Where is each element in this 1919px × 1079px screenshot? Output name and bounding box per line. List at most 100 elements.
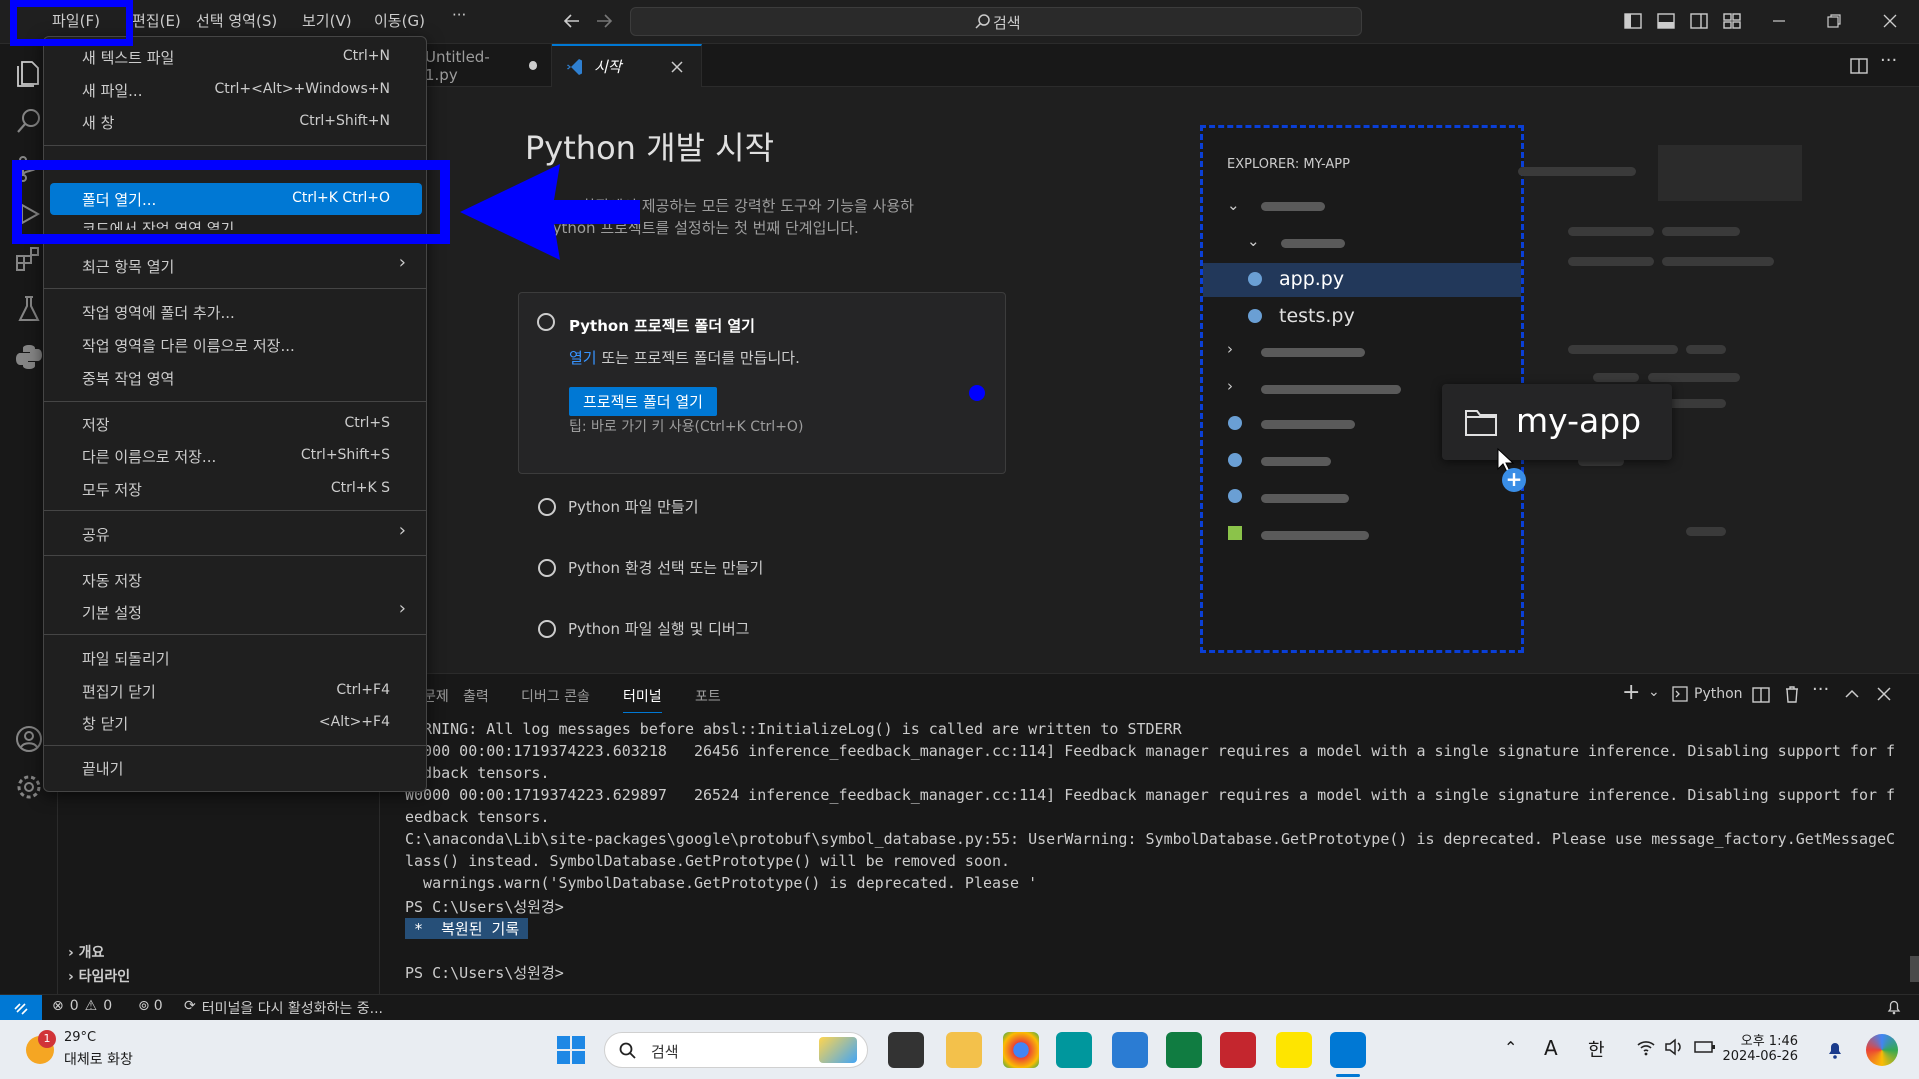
extensions-icon[interactable] — [14, 244, 44, 274]
menu-open-recent[interactable]: 최근 항목 열기 — [82, 256, 174, 277]
tab-output[interactable]: 출력 — [463, 686, 489, 706]
step-select-env[interactable]: Python 환경 선택 또는 만들기 — [538, 557, 763, 578]
open-project-folder-button[interactable]: 프로젝트 폴더 열기 — [569, 387, 717, 416]
split-terminal-icon[interactable] — [1752, 686, 1770, 704]
customize-layout-icon[interactable] — [1723, 12, 1741, 30]
outline-section[interactable]: › 개요 — [68, 942, 104, 962]
menu-save-workspace-as[interactable]: 작업 영역을 다른 이름으로 저장... — [82, 335, 295, 356]
menu-share[interactable]: 공유 — [82, 524, 110, 545]
windows-start-icon[interactable] — [557, 1036, 585, 1064]
menu-more[interactable]: ··· — [452, 6, 466, 24]
terminal-shell-selector[interactable]: Python — [1672, 686, 1743, 702]
trash-icon[interactable] — [1784, 685, 1800, 703]
input-mode-a[interactable]: A — [1544, 1036, 1558, 1060]
volume-icon[interactable] — [1664, 1038, 1684, 1056]
taskbar-search[interactable]: 검색 — [604, 1032, 868, 1068]
chevron-up-icon[interactable]: ⌃ — [1504, 1038, 1517, 1057]
task-view-icon[interactable] — [888, 1032, 924, 1068]
chevron-down-icon[interactable]: ⌄ — [1648, 684, 1660, 700]
copilot-icon[interactable] — [1866, 1034, 1898, 1066]
forward-arrow-icon[interactable] — [595, 12, 613, 30]
file-explorer-icon[interactable] — [946, 1032, 982, 1068]
notepad-icon[interactable] — [1112, 1032, 1148, 1068]
battery-icon[interactable] — [1694, 1038, 1716, 1056]
notifications-bell-icon[interactable] — [1886, 999, 1902, 1015]
menu-close-editor[interactable]: 편집기 닫기 — [82, 681, 156, 702]
ports-status[interactable]: ⊚ 0 — [138, 998, 163, 1014]
explorer-icon[interactable] — [14, 58, 44, 88]
clock-date[interactable]: 2024-06-26 — [1718, 1049, 1798, 1064]
menu-selection[interactable]: 선택 영역(S) — [196, 10, 277, 31]
search-view-icon[interactable] — [14, 106, 44, 136]
input-mode-korean[interactable]: 한 — [1588, 1036, 1605, 1062]
terminal-output[interactable]: WARNING: All log messages before absl::I… — [380, 716, 1919, 994]
sync-spinner-icon: ⟳ — [184, 998, 196, 1014]
step-title: Python 프로젝트 폴더 열기 — [569, 317, 755, 335]
more-actions-icon[interactable]: ··· — [1812, 679, 1829, 700]
notification-bell-icon[interactable] — [1826, 1040, 1844, 1060]
close-tab-icon[interactable] — [670, 60, 684, 74]
menu-save-all[interactable]: 모두 저장 — [82, 479, 142, 500]
warning-count: 0 — [103, 998, 113, 1014]
terminal-scrollbar[interactable] — [1910, 956, 1919, 982]
terminal-reactivate-status[interactable]: ⟳ 터미널을 다시 활성화하는 중... — [184, 998, 383, 1018]
menu-duplicate-workspace[interactable]: 중복 작업 영역 — [82, 368, 174, 389]
command-search-box[interactable]: 검색 — [630, 7, 1362, 36]
split-editor-icon[interactable] — [1850, 57, 1868, 75]
arduino-icon[interactable] — [1056, 1032, 1092, 1068]
menu-exit[interactable]: 끝내기 — [82, 758, 123, 779]
more-actions-icon[interactable]: ··· — [1880, 50, 1897, 71]
toggle-secondary-sidebar-icon[interactable] — [1690, 12, 1708, 30]
step-run-debug[interactable]: Python 파일 실행 및 디버그 — [538, 618, 749, 639]
close-window-icon[interactable] — [1881, 12, 1899, 30]
open-link[interactable]: 열기 — [569, 349, 597, 367]
shell-name: Python — [1694, 686, 1743, 702]
tab-debug-console[interactable]: 디버그 콘솔 — [521, 686, 590, 706]
menu-go[interactable]: 이동(G) — [374, 10, 425, 31]
pdf-reader-icon[interactable] — [1220, 1032, 1256, 1068]
tab-welcome[interactable]: 시작 — [552, 44, 702, 87]
settings-gear-icon[interactable] — [14, 772, 44, 802]
search-placeholder: 검색 — [993, 14, 1021, 32]
minimize-icon[interactable] — [1770, 12, 1788, 30]
menu-revert-file[interactable]: 파일 되돌리기 — [82, 648, 170, 669]
menu-edit[interactable]: 편집(E) — [132, 10, 181, 31]
menu-new-text-file[interactable]: 새 텍스트 파일 — [82, 47, 174, 68]
accounts-icon[interactable] — [14, 724, 44, 754]
excel-icon[interactable] — [1166, 1032, 1202, 1068]
clock-time[interactable]: 오후 1:46 — [1738, 1030, 1798, 1049]
weather-desc[interactable]: 대체로 화창 — [64, 1049, 133, 1069]
menu-view[interactable]: 보기(V) — [302, 10, 352, 31]
problems-status[interactable]: ⊗ 0 ⚠ 0 — [52, 998, 112, 1014]
menu-save-as[interactable]: 다른 이름으로 저장... — [82, 446, 216, 467]
menu-save[interactable]: 저장 — [82, 414, 110, 435]
remote-indicator[interactable] — [0, 995, 42, 1020]
weather-temp[interactable]: 29°C — [64, 1030, 96, 1045]
wifi-icon[interactable] — [1636, 1038, 1656, 1056]
kakaotalk-icon[interactable] — [1276, 1032, 1312, 1068]
menu-preferences[interactable]: 기본 설정 — [82, 602, 142, 623]
timeline-section[interactable]: › 타임라인 — [68, 966, 130, 986]
step-open-folder-card[interactable]: Python 프로젝트 폴더 열기 열기 또는 프로젝트 폴더를 만듭니다. 프… — [518, 292, 1006, 474]
chrome-icon[interactable] — [1003, 1032, 1039, 1068]
menu-add-folder-to-workspace[interactable]: 작업 영역에 폴더 추가... — [82, 302, 235, 323]
toggle-primary-sidebar-icon[interactable] — [1624, 12, 1642, 30]
step-radio[interactable] — [537, 313, 555, 331]
menu-new-file[interactable]: 새 파일... — [82, 80, 142, 101]
menu-auto-save[interactable]: 자동 저장 — [82, 570, 142, 591]
testing-flask-icon[interactable] — [14, 294, 44, 324]
restore-icon[interactable] — [1825, 12, 1843, 30]
menu-close-window[interactable]: 창 닫기 — [82, 713, 128, 734]
new-terminal-plus-icon[interactable]: + — [1622, 680, 1640, 705]
tab-ports[interactable]: 포트 — [695, 686, 721, 706]
terminal-line: W0000 00:00:1719374223.603218 26456 infe… — [405, 742, 1896, 760]
toggle-panel-icon[interactable] — [1657, 12, 1675, 30]
tab-terminal[interactable]: 터미널 — [623, 686, 662, 713]
maximize-panel-icon[interactable] — [1844, 686, 1860, 702]
menu-new-window[interactable]: 새 창 — [82, 112, 114, 133]
back-arrow-icon[interactable] — [563, 12, 581, 30]
step-create-file[interactable]: Python 파일 만들기 — [538, 496, 699, 517]
python-icon[interactable] — [14, 342, 44, 372]
close-panel-icon[interactable] — [1876, 686, 1892, 702]
vscode-taskbar-icon[interactable] — [1330, 1032, 1366, 1068]
